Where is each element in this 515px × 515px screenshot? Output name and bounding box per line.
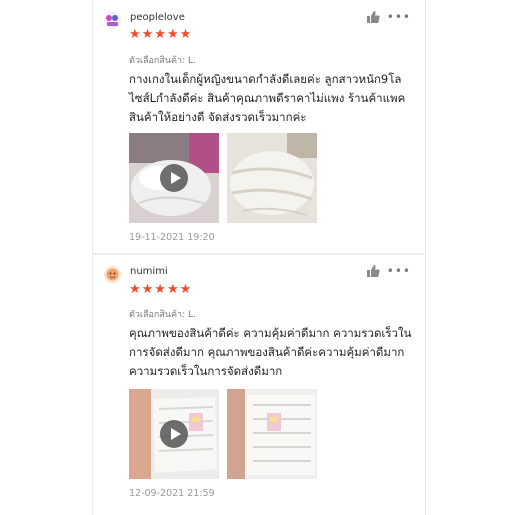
variant-label: ตัวเลือกสินค้า: L. xyxy=(129,310,196,320)
review-text: คุณภาพของสินค้าดีค่ะ ความคุ้มค่าดีมาก คว… xyxy=(129,326,412,378)
variant-label: ตัวเลือกสินค้า: L. xyxy=(129,56,196,66)
review-item: peoplelove ••• ★★★★★ ตัวเลือกสินค้า: L. … xyxy=(92,0,424,253)
review-date: 12-09-2021 21:59 xyxy=(129,488,215,499)
avatar[interactable] xyxy=(104,12,121,29)
review-username[interactable]: peoplelove xyxy=(130,12,185,23)
review-item: numimi ••• ★★★★★ ตัวเลือกสินค้า: L. คุณภ… xyxy=(92,255,424,515)
play-icon[interactable] xyxy=(160,164,188,192)
review-username[interactable]: numimi xyxy=(130,266,168,277)
review-photo[interactable] xyxy=(227,133,317,223)
rating-stars: ★★★★★ xyxy=(129,27,193,42)
review-photo[interactable] xyxy=(227,389,317,479)
rating-stars: ★★★★★ xyxy=(129,282,193,297)
thumbs-up-icon[interactable] xyxy=(366,10,380,24)
more-dots-icon[interactable]: ••• xyxy=(387,265,411,277)
review-text: กางเกงในเด็กผู้หญิงขนาดกำลังดีเลยค่ะ ลูก… xyxy=(129,72,406,124)
review-video-thumbnail[interactable] xyxy=(129,389,219,479)
review-video-thumbnail[interactable] xyxy=(129,133,219,223)
avatar[interactable] xyxy=(104,266,121,283)
play-icon[interactable] xyxy=(160,420,188,448)
thumbs-up-icon[interactable] xyxy=(366,264,380,278)
more-dots-icon[interactable]: ••• xyxy=(387,11,411,23)
review-date: 19-11-2021 19:20 xyxy=(129,232,215,243)
